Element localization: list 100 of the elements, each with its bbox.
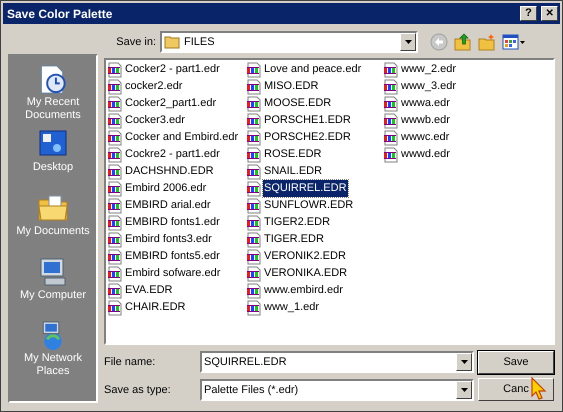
views-menu-icon[interactable] — [502, 33, 526, 51]
file-item[interactable]: EVA.EDR — [107, 282, 246, 299]
file-item[interactable]: Cocker3.edr — [107, 112, 246, 129]
folder-icon — [164, 35, 180, 49]
file-item[interactable]: Embird sofware.edr — [107, 265, 246, 282]
palette-file-icon — [383, 146, 399, 162]
palette-file-icon — [107, 214, 123, 230]
palette-file-icon — [383, 78, 399, 94]
place-item[interactable]: Desktop — [12, 126, 94, 186]
save-in-label: Save in: — [115, 34, 157, 50]
palette-file-icon — [383, 96, 399, 112]
help-button[interactable]: ? — [520, 6, 537, 21]
palette-file-icon — [246, 248, 262, 264]
place-label: My Recent Documents — [24, 96, 82, 122]
file-item[interactable]: VERONIKA.EDR — [246, 265, 383, 282]
save-in-value: FILES — [184, 34, 216, 50]
palette-file-icon — [107, 96, 123, 112]
place-item[interactable]: My Documents — [12, 190, 94, 250]
palette-file-icon — [107, 266, 123, 282]
place-item[interactable]: My Network Places — [12, 318, 94, 378]
file-item[interactable]: EMBIRD fonts5.edr — [107, 248, 246, 265]
file-item[interactable]: wwwa.edr — [383, 95, 533, 112]
palette-file-icon — [246, 282, 262, 298]
file-item[interactable]: MOOSE.EDR — [246, 95, 383, 112]
file-item[interactable]: Cocker2_part1.edr — [107, 95, 246, 112]
palette-file-icon — [107, 248, 123, 264]
file-item[interactable]: PORSCHE1.EDR — [246, 112, 383, 129]
palette-file-icon — [246, 214, 262, 230]
palette-file-icon — [107, 146, 123, 162]
file-item[interactable]: CHAIR.EDR — [107, 299, 246, 316]
place-item[interactable]: My Computer — [12, 254, 94, 314]
file-item[interactable]: www_1.edr — [246, 299, 383, 316]
palette-file-icon — [107, 180, 123, 196]
save-in-dropdown[interactable]: FILES — [160, 31, 418, 53]
file-item[interactable]: DACHSHND.EDR — [107, 163, 246, 180]
file-item[interactable]: EMBIRD arial.edr — [107, 197, 246, 214]
palette-file-icon — [107, 112, 123, 128]
file-item[interactable]: Cocker2 - part1.edr — [107, 61, 246, 78]
file-item[interactable]: TIGER.EDR — [246, 231, 383, 248]
file-item[interactable]: SUNFLOWR.EDR — [246, 197, 383, 214]
palette-file-icon — [246, 164, 262, 180]
palette-file-icon — [246, 62, 262, 78]
save-as-type-label: Save as type: — [104, 382, 172, 398]
palette-file-icon — [107, 282, 123, 298]
file-name-label: File name: — [104, 354, 156, 370]
save-as-type-dropdown[interactable]: Palette Files (*.edr) — [200, 379, 474, 401]
file-item[interactable]: SNAIL.EDR — [246, 163, 383, 180]
palette-file-icon — [107, 62, 123, 78]
file-item[interactable]: TIGER2.EDR — [246, 214, 383, 231]
file-item[interactable]: VERONIK2.EDR — [246, 248, 383, 265]
file-item[interactable]: wwwb.edr — [383, 112, 533, 129]
dropdown-button[interactable] — [456, 353, 472, 371]
palette-file-icon — [246, 232, 262, 248]
file-item[interactable]: wwwc.edr — [383, 129, 533, 146]
caret-icon — [460, 360, 468, 364]
place-label: Desktop — [32, 161, 74, 174]
palette-file-icon — [246, 78, 262, 94]
place-label: My Computer — [20, 289, 86, 302]
dropdown-button[interactable] — [456, 381, 472, 399]
caret-icon — [404, 40, 412, 44]
file-item[interactable]: wwwd.edr — [383, 146, 533, 163]
file-item[interactable]: EMBIRD fonts1.edr — [107, 214, 246, 231]
palette-file-icon — [107, 198, 123, 214]
palette-file-icon — [246, 112, 262, 128]
palette-file-icon — [383, 130, 399, 146]
file-item[interactable]: PORSCHE2.EDR — [246, 129, 383, 146]
place-label: My Network Places — [22, 352, 84, 378]
close-button[interactable]: ✕ — [541, 6, 558, 21]
file-item[interactable]: Cockre2 - part1.edr — [107, 146, 246, 163]
palette-file-icon — [107, 130, 123, 146]
file-item[interactable]: MISO.EDR — [246, 78, 383, 95]
file-name-field[interactable]: SQUIRREL.EDR — [200, 351, 474, 373]
place-item[interactable]: My Recent Documents — [12, 62, 94, 122]
file-item[interactable]: ROSE.EDR — [246, 146, 383, 163]
file-item[interactable]: www_3.edr — [383, 78, 533, 95]
folder-up-icon[interactable] — [454, 33, 472, 51]
file-item[interactable]: www.embird.edr — [246, 282, 383, 299]
dropdown-button[interactable] — [400, 33, 416, 51]
file-item[interactable]: www_2.edr — [383, 61, 533, 78]
palette-file-icon — [107, 164, 123, 180]
file-item[interactable]: cocker2.edr — [107, 78, 246, 95]
file-name-value: SQUIRREL.EDR — [204, 354, 288, 370]
pointer-icon — [531, 377, 547, 401]
file-item[interactable]: Embird fonts3.edr — [107, 231, 246, 248]
caret-icon — [460, 388, 468, 392]
palette-file-icon — [246, 300, 262, 316]
palette-file-icon — [107, 78, 123, 94]
file-item[interactable]: Embird 2006.edr — [107, 180, 246, 197]
palette-file-icon — [107, 232, 123, 248]
place-label: My Documents — [16, 225, 90, 238]
file-item[interactable]: Cocker and Embird.edr — [107, 129, 246, 146]
file-item[interactable]: Love and peace.edr — [246, 61, 383, 78]
palette-file-icon — [107, 300, 123, 316]
palette-file-icon — [246, 198, 262, 214]
window-title: Save Color Palette — [7, 6, 114, 22]
palette-file-icon — [383, 62, 399, 78]
save-button[interactable]: Save — [478, 351, 554, 374]
cancel-button[interactable]: Canc — [478, 378, 554, 401]
palette-file-icon — [246, 146, 262, 162]
save-as-type-value: Palette Files (*.edr) — [204, 382, 300, 398]
